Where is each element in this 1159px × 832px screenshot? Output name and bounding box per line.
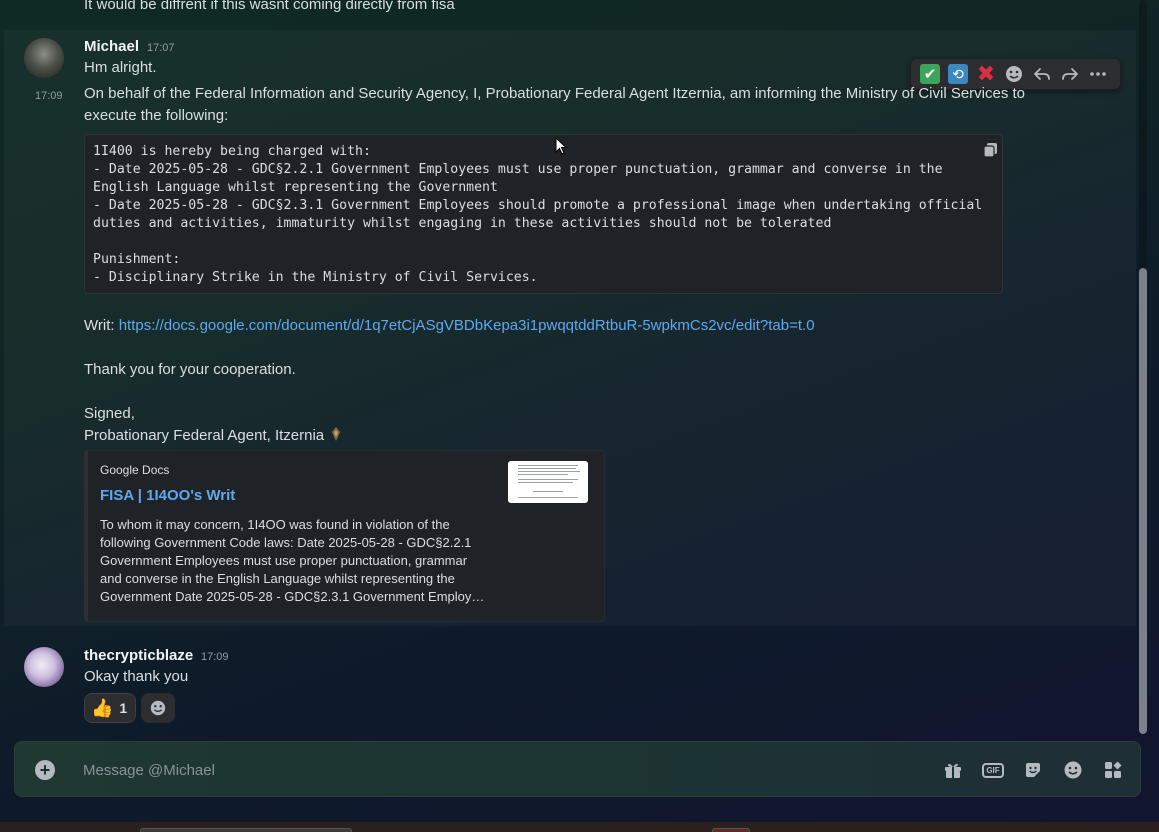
author-name[interactable]: thecrypticblaze — [84, 647, 193, 664]
writ-label: Writ: — [84, 317, 119, 334]
embed-provider[interactable]: Google Docs — [100, 463, 169, 477]
sticker-icon[interactable] — [1021, 758, 1045, 782]
link-embed: Google Docs FISA | 1I4OO's Writ To whom … — [84, 450, 605, 622]
emoji-icon[interactable] — [1061, 758, 1085, 782]
signed-text: Signed, — [84, 405, 135, 422]
apps-icon[interactable] — [1101, 758, 1125, 782]
scrollbar-thumb[interactable] — [1139, 268, 1147, 734]
embed-thumbnail[interactable] — [508, 461, 588, 503]
gift-icon[interactable] — [941, 758, 965, 782]
message-text: On behalf of the Federal Information and… — [84, 85, 1026, 124]
embed-description: To whom it may concern, 1I4OO was found … — [100, 517, 485, 604]
more-icon[interactable] — [1084, 60, 1112, 88]
message-input[interactable] — [83, 756, 883, 784]
mouse-cursor-icon — [555, 137, 567, 155]
add-reaction-button[interactable] — [141, 693, 175, 723]
reaction-thumbs-up[interactable]: 👍 1 — [84, 693, 136, 723]
taskbar-item[interactable] — [712, 828, 750, 832]
author-name[interactable]: Michael — [84, 38, 139, 55]
copy-icon[interactable] — [983, 142, 999, 158]
message-timestamp: 17:07 — [147, 42, 175, 54]
embed-title[interactable]: FISA | 1I4OO's Writ — [100, 487, 235, 504]
writ-line: Writ: https://docs.google.com/document/d… — [84, 315, 1084, 337]
add-reaction-icon — [150, 700, 166, 716]
taskbar-item[interactable] — [140, 828, 352, 832]
message-composer: + GIF — [14, 741, 1141, 797]
message-timestamp: 17:09 — [201, 651, 229, 663]
gif-icon[interactable]: GIF — [981, 758, 1005, 782]
thanks-text: Thank you for your cooperation. — [84, 361, 296, 378]
add-attachment-icon[interactable]: + — [35, 760, 55, 780]
signature-text: Probationary Federal Agent, Itzernia — [84, 427, 325, 444]
writ-link[interactable]: https://docs.google.com/document/d/1q7et… — [119, 317, 815, 334]
chat-messages: It would be diffrent if this wasnt comin… — [0, 0, 1140, 740]
avatar[interactable] — [24, 647, 64, 687]
badge-emoji-icon — [332, 427, 341, 441]
avatar[interactable] — [24, 38, 64, 78]
reaction-count: 1 — [119, 700, 128, 716]
side-timestamp: 17:09 — [35, 90, 63, 102]
message-text: Okay thank you — [84, 668, 189, 685]
previous-message-text: It would be diffrent if this wasnt comin… — [84, 0, 455, 13]
code-block: 1I400 is hereby being charged with: - Da… — [84, 134, 1003, 294]
thumbs-up-icon: 👍 — [91, 697, 114, 718]
signature-line: Probationary Federal Agent, Itzernia — [84, 425, 342, 447]
message-text: Hm alright. — [84, 59, 157, 76]
